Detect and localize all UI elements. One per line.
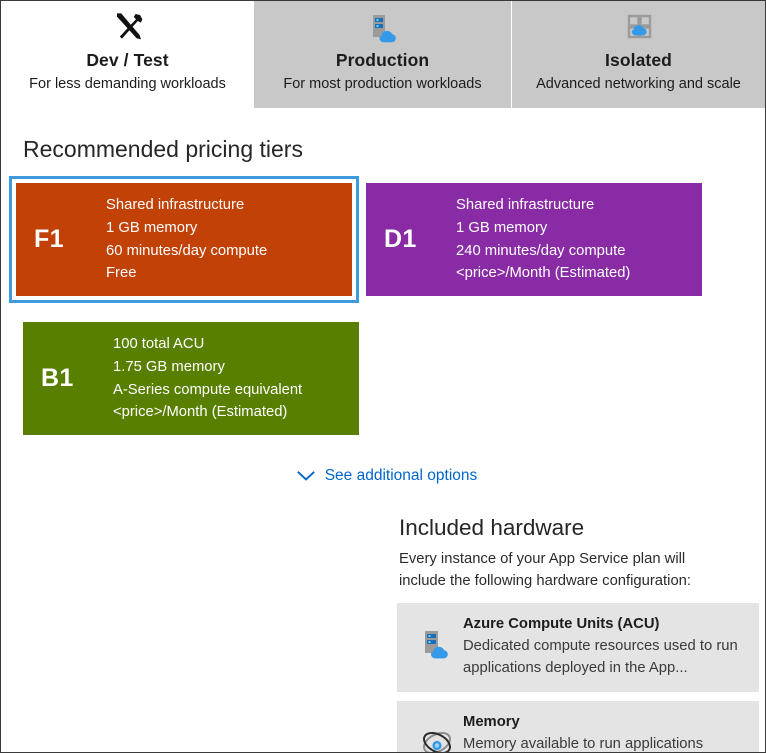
tier-detail-line: <price>/Month (Estimated) [113, 404, 288, 421]
tier-detail-line: A-Series compute equivalent [113, 381, 303, 398]
tab-dev-test[interactable]: Dev / Test For less demanding workloads [1, 1, 254, 108]
pricing-tier-card: F1 Shared infrastructure 1 GB memory 60 … [16, 183, 352, 296]
tier-detail-line: 100 total ACU [113, 336, 205, 353]
tools-icon [110, 8, 146, 48]
pricing-tier-list: F1 Shared infrastructure 1 GB memory 60 … [1, 176, 765, 486]
included-hardware-section: Included hardware Every instance of your… [397, 513, 759, 752]
tab-subtitle: Advanced networking and scale [536, 76, 741, 92]
included-hardware-description: Every instance of your App Service plan … [399, 551, 692, 589]
pricing-tier-row-2: B1 100 total ACU 1.75 GB memory A-Series… [9, 315, 765, 442]
pricing-tier-b1[interactable]: B1 100 total ACU 1.75 GB memory A-Series… [16, 315, 366, 442]
tier-details: Shared infrastructure 1 GB memory 60 min… [106, 194, 267, 284]
tab-production[interactable]: Production For most production workloads [254, 1, 512, 108]
see-additional-options-link[interactable]: See additional options [9, 466, 765, 486]
hardware-item-name: Azure Compute Units (ACU) [463, 616, 660, 632]
tier-details: Shared infrastructure 1 GB memory 240 mi… [456, 194, 630, 284]
server-cloud-icon [366, 8, 400, 48]
pricing-tier-picker: Dev / Test For less demanding workloads … [0, 0, 766, 753]
tab-isolated[interactable]: Isolated Advanced networking and scale [512, 1, 765, 108]
pricing-tier-card: B1 100 total ACU 1.75 GB memory A-Series… [23, 322, 359, 435]
hardware-item-acu[interactable]: Azure Compute Units (ACU) Dedicated comp… [397, 603, 759, 692]
grid-cloud-icon [622, 8, 656, 48]
tier-code: D1 [384, 225, 417, 253]
tier-code: B1 [41, 364, 74, 392]
tab-subtitle: For most production workloads [283, 76, 482, 92]
tier-detail-line: 1 GB memory [106, 219, 198, 236]
server-cloud-icon [411, 614, 463, 668]
pricing-tier-card: D1 Shared infrastructure 1 GB memory 240… [366, 183, 702, 296]
workload-tab-bar: Dev / Test For less demanding workloads … [1, 1, 765, 108]
tier-detail-line: 60 minutes/day compute [106, 242, 268, 259]
tier-detail-line: Shared infrastructure [456, 197, 595, 214]
tier-detail-line: Shared infrastructure [106, 197, 245, 214]
memory-orbit-icon [411, 712, 463, 752]
tier-detail-line: 1 GB memory [456, 219, 548, 236]
tier-details: 100 total ACU 1.75 GB memory A-Series co… [113, 333, 302, 423]
tier-detail-line: 1.75 GB memory [113, 358, 225, 375]
tier-code: F1 [34, 225, 64, 253]
tab-title: Production [335, 50, 430, 70]
hardware-item-description: Memory available to run applications [463, 736, 704, 752]
pricing-tier-row-1: F1 Shared infrastructure 1 GB memory 60 … [9, 176, 765, 303]
tier-detail-line: <price>/Month (Estimated) [456, 265, 631, 282]
pricing-tier-d1[interactable]: D1 Shared infrastructure 1 GB memory 240… [359, 176, 709, 303]
hardware-item-memory[interactable]: Memory Memory available to run applicati… [397, 701, 759, 752]
hardware-item-text: Azure Compute Units (ACU) Dedicated comp… [463, 614, 747, 679]
hardware-item-text: Memory Memory available to run applicati… [463, 712, 747, 752]
tab-title: Isolated [605, 50, 672, 70]
hardware-item-description: Dedicated compute resources used to run … [463, 638, 738, 676]
pricing-tier-f1[interactable]: F1 Shared infrastructure 1 GB memory 60 … [9, 176, 359, 303]
tab-subtitle: For less demanding workloads [29, 76, 226, 92]
tab-title: Dev / Test [86, 50, 169, 70]
included-hardware-title: Included hardware [399, 515, 585, 540]
tier-detail-line: Free [106, 265, 137, 282]
tier-detail-line: 240 minutes/day compute [456, 242, 626, 259]
see-additional-options-label: See additional options [324, 467, 478, 484]
chevron-down-icon [296, 470, 315, 482]
page-title: Recommended pricing tiers [23, 136, 303, 162]
hardware-item-name: Memory [463, 714, 520, 730]
